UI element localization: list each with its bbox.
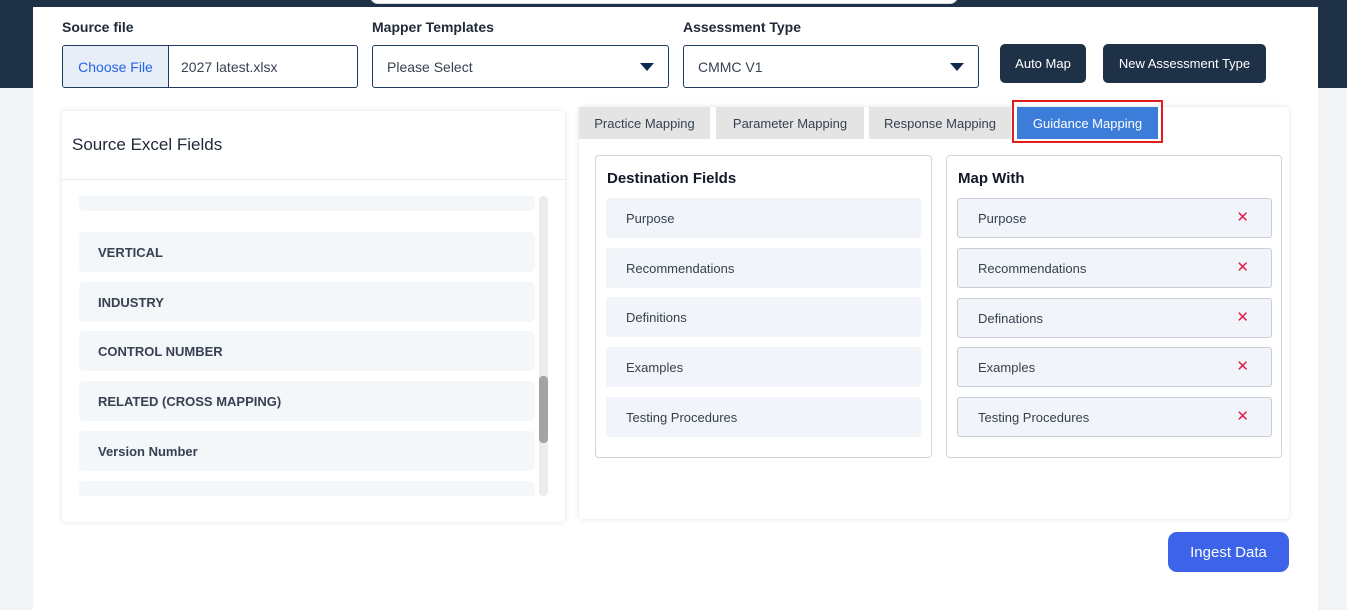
active-tab-highlight (1012, 100, 1163, 143)
map-with-item-label: Purpose (978, 210, 1027, 226)
tab-response-mapping[interactable]: Response Mapping (869, 107, 1011, 139)
source-field-item[interactable]: Version Number (79, 431, 535, 471)
destination-fields-panel: Destination Fields Purpose Recommendatio… (595, 155, 932, 458)
source-fields-panel: Source Excel Fields ASSESSMENT TYPE VERT… (62, 111, 565, 522)
source-field-item[interactable]: VERTICAL (79, 232, 535, 272)
ingest-data-button[interactable]: Ingest Data (1168, 532, 1289, 572)
source-fields-title: Source Excel Fields (72, 135, 223, 154)
source-field-item[interactable]: INDUSTRY (79, 282, 535, 322)
new-assessment-type-button[interactable]: New Assessment Type (1103, 44, 1266, 83)
source-file-label: Source file (62, 19, 134, 35)
map-with-panel: Map With Purpose ✕ Recommendations ✕ Def… (946, 155, 1282, 458)
tab-practice-mapping[interactable]: Practice Mapping (579, 107, 710, 139)
map-with-title: Map With (958, 170, 1025, 187)
map-with-item-label: Examples (978, 359, 1036, 375)
source-file-input[interactable]: Choose File 2027 latest.xlsx (62, 45, 358, 88)
auto-map-button[interactable]: Auto Map (1000, 44, 1086, 83)
close-icon[interactable]: ✕ (1236, 309, 1249, 327)
choose-file-button[interactable]: Choose File (63, 46, 169, 87)
mapper-templates-label: Mapper Templates (372, 19, 494, 35)
map-with-item-label: Definations (978, 310, 1044, 326)
assessment-type-select[interactable]: CMMC V1 (683, 45, 979, 88)
source-field-item[interactable]: ASSESSMENT TYPE (79, 196, 535, 211)
destination-field-item: Examples (606, 347, 921, 387)
destination-field-item: Testing Procedures (606, 397, 921, 437)
chevron-down-icon (950, 63, 964, 71)
source-field-item[interactable]: CONTROL NUMBER (79, 331, 535, 371)
mapper-templates-select[interactable]: Please Select (372, 45, 669, 88)
close-icon[interactable]: ✕ (1236, 209, 1249, 227)
divider (62, 179, 565, 180)
selected-file-name: 2027 latest.xlsx (181, 58, 278, 75)
assessment-type-value: CMMC V1 (698, 58, 763, 75)
mapper-templates-value: Please Select (387, 58, 473, 75)
top-search-bar[interactable] (370, 0, 958, 4)
source-field-item[interactable]: RELATED (CROSS MAPPING) (79, 381, 535, 421)
map-with-item[interactable]: Recommendations ✕ (957, 248, 1272, 288)
map-with-item[interactable]: Definations ✕ (957, 298, 1272, 338)
destination-field-item: Purpose (606, 198, 921, 238)
tab-parameter-mapping[interactable]: Parameter Mapping (716, 107, 864, 139)
map-with-item[interactable]: Testing Procedures ✕ (957, 397, 1272, 437)
destination-field-item: Definitions (606, 297, 921, 337)
scrollbar-track[interactable] (539, 196, 548, 496)
source-field-list[interactable]: ASSESSMENT TYPE VERTICAL INDUSTRY CONTRO… (79, 196, 535, 496)
destination-fields-title: Destination Fields (607, 170, 737, 187)
scrollbar-thumb[interactable] (539, 376, 548, 443)
close-icon[interactable]: ✕ (1236, 408, 1249, 426)
destination-field-item: Recommendations (606, 248, 921, 288)
close-icon[interactable]: ✕ (1236, 358, 1249, 376)
assessment-type-label: Assessment Type (683, 19, 802, 35)
mapping-panel: Practice Mapping Parameter Mapping Respo… (579, 100, 1289, 519)
map-with-item[interactable]: Examples ✕ (957, 347, 1272, 387)
chevron-down-icon (640, 63, 654, 71)
map-with-item[interactable]: Purpose ✕ (957, 198, 1272, 238)
map-with-item-label: Testing Procedures (978, 409, 1090, 425)
source-field-item[interactable] (79, 481, 535, 496)
close-icon[interactable]: ✕ (1236, 259, 1249, 277)
map-with-item-label: Recommendations (978, 260, 1087, 276)
